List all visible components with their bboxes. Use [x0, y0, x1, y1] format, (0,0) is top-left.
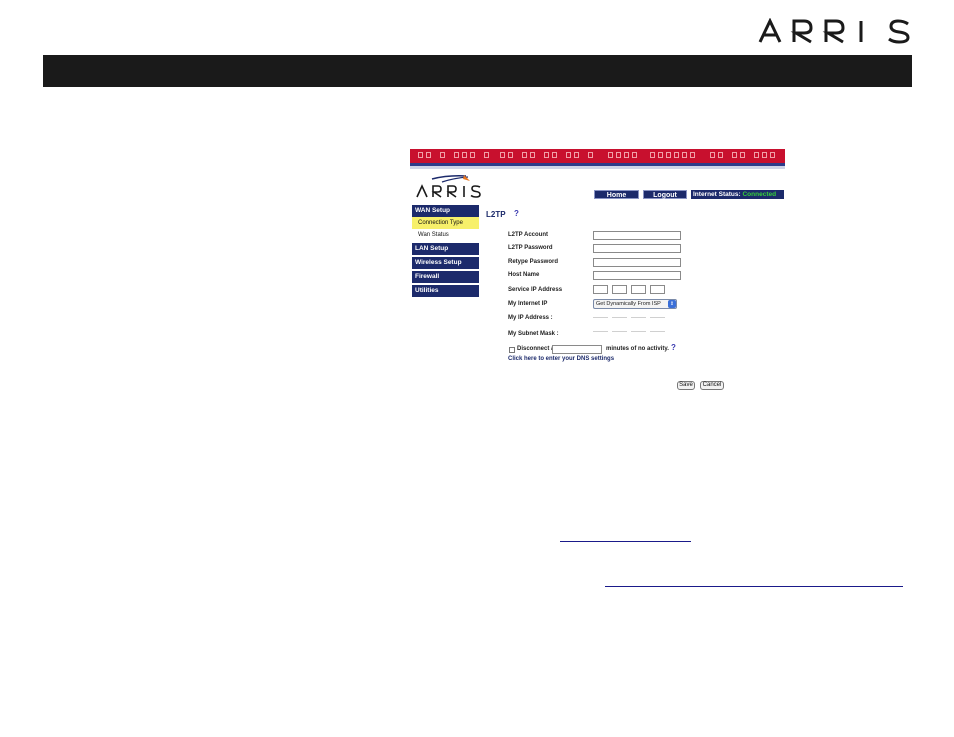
- help-icon[interactable]: ?: [514, 209, 519, 218]
- sidebar-item-utilities[interactable]: Utilities: [412, 285, 479, 297]
- retype-password-input[interactable]: [593, 258, 681, 267]
- subnet-octet-3: [631, 331, 646, 332]
- service-ip-label: Service IP Address: [508, 287, 563, 293]
- internet-status-label: Internet Status:: [693, 191, 741, 198]
- disconnect-checkbox[interactable]: [509, 347, 515, 353]
- help-icon-disconnect[interactable]: ?: [671, 343, 676, 352]
- dns-settings-link[interactable]: Click here to enter your DNS settings: [508, 356, 614, 362]
- service-ip-octet-3[interactable]: [631, 285, 646, 294]
- sidebar-item-firewall[interactable]: Firewall: [412, 271, 479, 283]
- disconnect-suffix: minutes of no activity.: [606, 346, 669, 352]
- service-ip-octet-4[interactable]: [650, 285, 665, 294]
- my-internet-ip-label: My Internet IP: [508, 301, 548, 307]
- internet-status-value: Connected: [742, 191, 777, 198]
- page-link-underline-2[interactable]: [605, 586, 903, 587]
- internet-status: Internet Status: Connected: [691, 190, 784, 199]
- service-ip-octet-2[interactable]: [612, 285, 627, 294]
- sidebar-item-wan-status[interactable]: Wan Status: [412, 229, 479, 241]
- my-subnet-label: My Subnet Mask :: [508, 331, 559, 337]
- chevron-updown-icon: ⇕: [668, 300, 676, 308]
- sidebar-item-wireless-setup[interactable]: Wireless Setup: [412, 257, 479, 269]
- cancel-button[interactable]: Cancel: [700, 381, 724, 390]
- sidebar-item-wan-setup[interactable]: WAN Setup: [412, 205, 479, 217]
- my-ip-octet-1: [593, 317, 608, 318]
- header-bar: [43, 55, 912, 87]
- service-ip-octet-1[interactable]: [593, 285, 608, 294]
- disconnect-minutes-input[interactable]: [552, 345, 602, 354]
- my-ip-octet-3: [631, 317, 646, 318]
- my-ip-octet-4: [650, 317, 665, 318]
- host-name-input[interactable]: [593, 271, 681, 280]
- arris-logo: [758, 18, 910, 44]
- page-link-underline-1[interactable]: [560, 541, 691, 542]
- sidebar-item-connection-type[interactable]: Connection Type: [412, 217, 479, 229]
- subnet-octet-4: [650, 331, 665, 332]
- my-ip-label: My IP Address :: [508, 315, 553, 321]
- l2tp-password-input[interactable]: [593, 244, 681, 253]
- subnet-octet-2: [612, 331, 627, 332]
- sidebar-item-lan-setup[interactable]: LAN Setup: [412, 243, 479, 255]
- l2tp-password-label: L2TP Password: [508, 245, 553, 251]
- header-divider-light: [410, 166, 785, 169]
- my-ip-octet-2: [612, 317, 627, 318]
- l2tp-account-label: L2TP Account: [508, 232, 549, 238]
- section-title: L2TP: [486, 210, 506, 219]
- logout-button[interactable]: Logout: [643, 190, 687, 199]
- save-button[interactable]: Save: [677, 381, 695, 390]
- subnet-octet-1: [593, 331, 608, 332]
- internet-ip-select[interactable]: Get Dynamically From ISP ⇕: [593, 299, 677, 309]
- top-decorative-strip: [410, 149, 785, 163]
- sidebar: WAN Setup Connection Type Wan Status LAN…: [412, 205, 479, 299]
- arris-logo-small: [416, 175, 481, 198]
- host-name-label: Host Name: [508, 272, 540, 278]
- home-button[interactable]: Home: [594, 190, 639, 199]
- internet-ip-select-value: Get Dynamically From ISP: [596, 301, 661, 307]
- l2tp-account-input[interactable]: [593, 231, 681, 240]
- retype-password-label: Retype Password: [508, 259, 559, 265]
- router-screenshot: Home Logout Internet Status: Connected W…: [410, 149, 785, 394]
